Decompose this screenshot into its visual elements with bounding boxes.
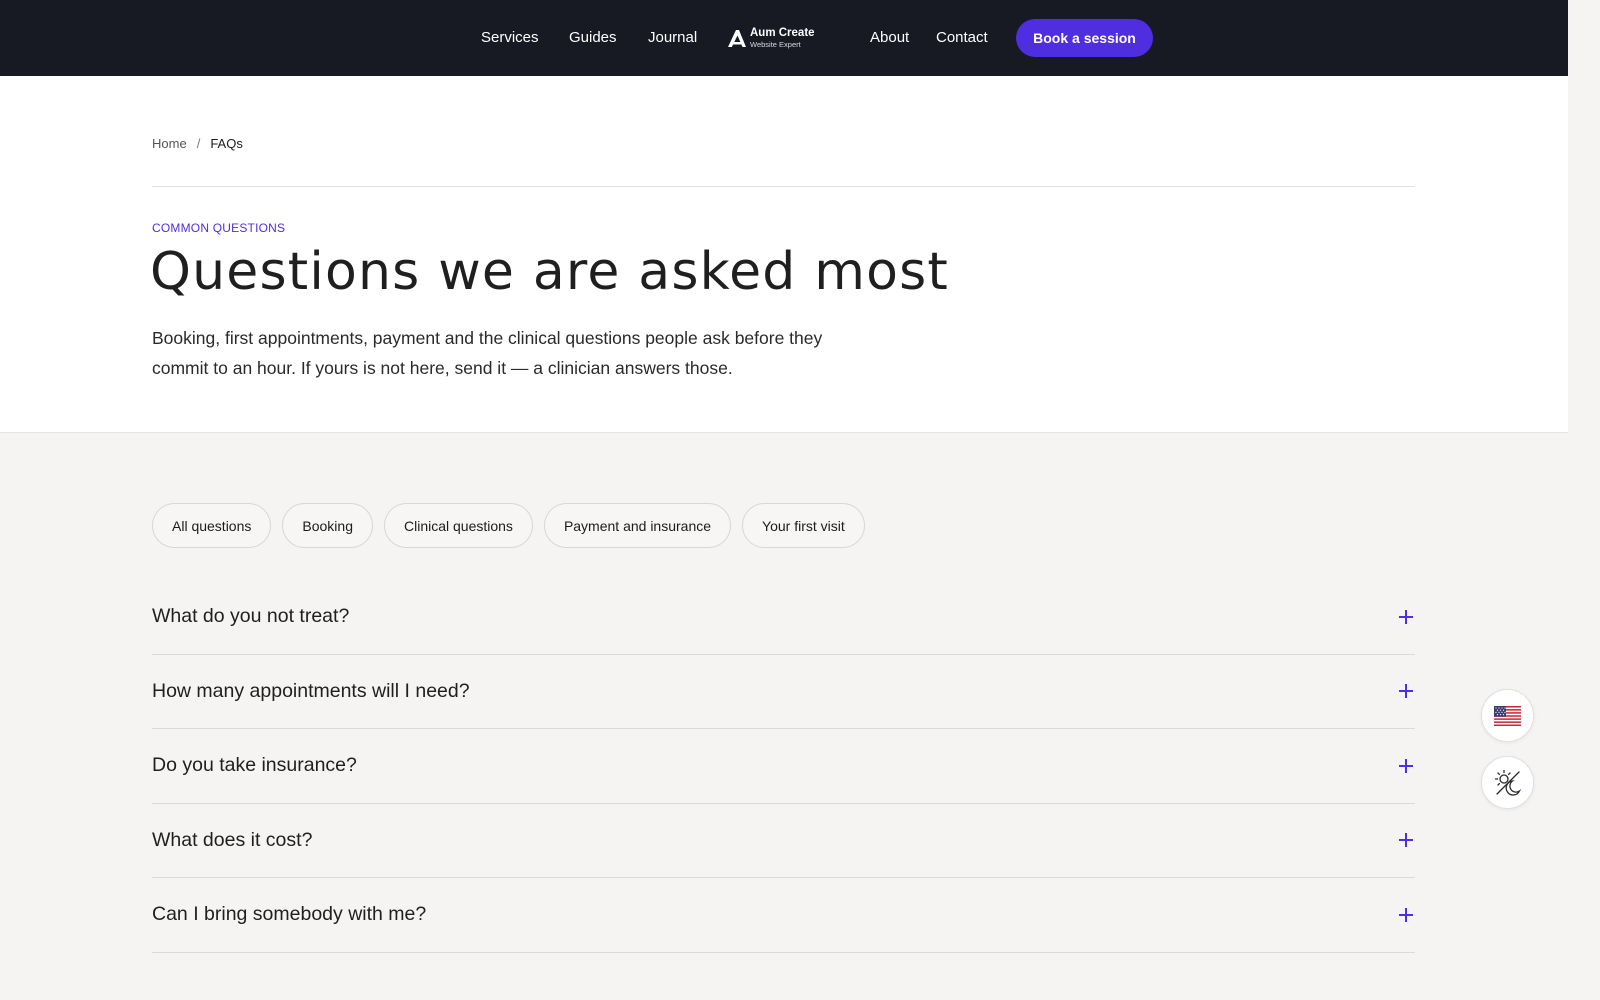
plus-icon[interactable] xyxy=(1399,609,1413,624)
faq-list: What do you not treat? How many appointm… xyxy=(152,580,1415,953)
faq-item[interactable]: What does it cost? xyxy=(152,804,1415,878)
breadcrumb-home[interactable]: Home xyxy=(152,136,187,151)
breadcrumb-current: FAQs xyxy=(210,136,243,151)
filter-all-questions[interactable]: All questions xyxy=(152,503,272,548)
logo-name: Aum Create xyxy=(750,27,815,39)
faq-question: What do you not treat? xyxy=(152,605,350,628)
plus-icon[interactable] xyxy=(1399,758,1413,773)
intro-text: Booking, first appointments, payment and… xyxy=(152,328,823,378)
us-flag-icon xyxy=(1494,705,1521,726)
faq-question: Do you take insurance? xyxy=(152,754,357,777)
nav-contact[interactable]: Contact xyxy=(936,28,988,48)
site-header: Services Guides Journal Aum Create Websi… xyxy=(0,0,1568,76)
filter-payment-insurance[interactable]: Payment and insurance xyxy=(543,503,732,548)
faq-question: Can I bring somebody with me? xyxy=(152,903,427,926)
filter-booking[interactable]: Booking xyxy=(282,503,373,548)
faq-filters: All questions Booking Clinical questions… xyxy=(152,503,865,548)
logo-text: Aum Create Website Expert xyxy=(750,27,815,49)
plus-icon[interactable] xyxy=(1399,684,1413,699)
filter-first-visit[interactable]: Your first visit xyxy=(742,503,865,548)
plus-icon[interactable] xyxy=(1399,907,1413,922)
faq-question: How many appointments will I need? xyxy=(152,679,470,702)
section-eyebrow: COMMON QUESTIONS xyxy=(152,221,286,235)
nav-guides[interactable]: Guides xyxy=(569,28,617,48)
logo-mark-icon xyxy=(728,30,746,47)
breadcrumb-separator: / xyxy=(196,136,201,151)
faq-item[interactable]: How many appointments will I need? xyxy=(152,655,1415,729)
page-title: Questions we are asked most xyxy=(150,242,949,302)
divider xyxy=(152,186,1415,187)
nav-about[interactable]: About xyxy=(870,28,909,48)
theme-toggle-icon xyxy=(1494,769,1521,796)
hero-section: Home / FAQs COMMON QUESTIONS Questions w… xyxy=(0,76,1568,433)
logo-tagline: Website Expert xyxy=(750,39,801,49)
filter-clinical-questions[interactable]: Clinical questions xyxy=(383,503,533,548)
nav-services[interactable]: Services xyxy=(481,28,539,48)
faq-item[interactable]: What do you not treat? xyxy=(152,580,1415,655)
language-switcher-button[interactable] xyxy=(1481,689,1534,742)
site-logo[interactable]: Aum Create Website Expert xyxy=(726,26,815,50)
breadcrumb: Home / FAQs xyxy=(152,136,243,151)
book-session-button[interactable]: Book a session xyxy=(1016,19,1153,57)
nav-journal[interactable]: Journal xyxy=(648,28,697,48)
theme-toggle-button[interactable] xyxy=(1481,756,1534,809)
faq-item[interactable]: Do you take insurance? xyxy=(152,729,1415,804)
faq-item[interactable]: Can I bring somebody with me? xyxy=(152,878,1415,953)
plus-icon[interactable] xyxy=(1399,833,1413,848)
faq-question: What does it cost? xyxy=(152,828,313,851)
